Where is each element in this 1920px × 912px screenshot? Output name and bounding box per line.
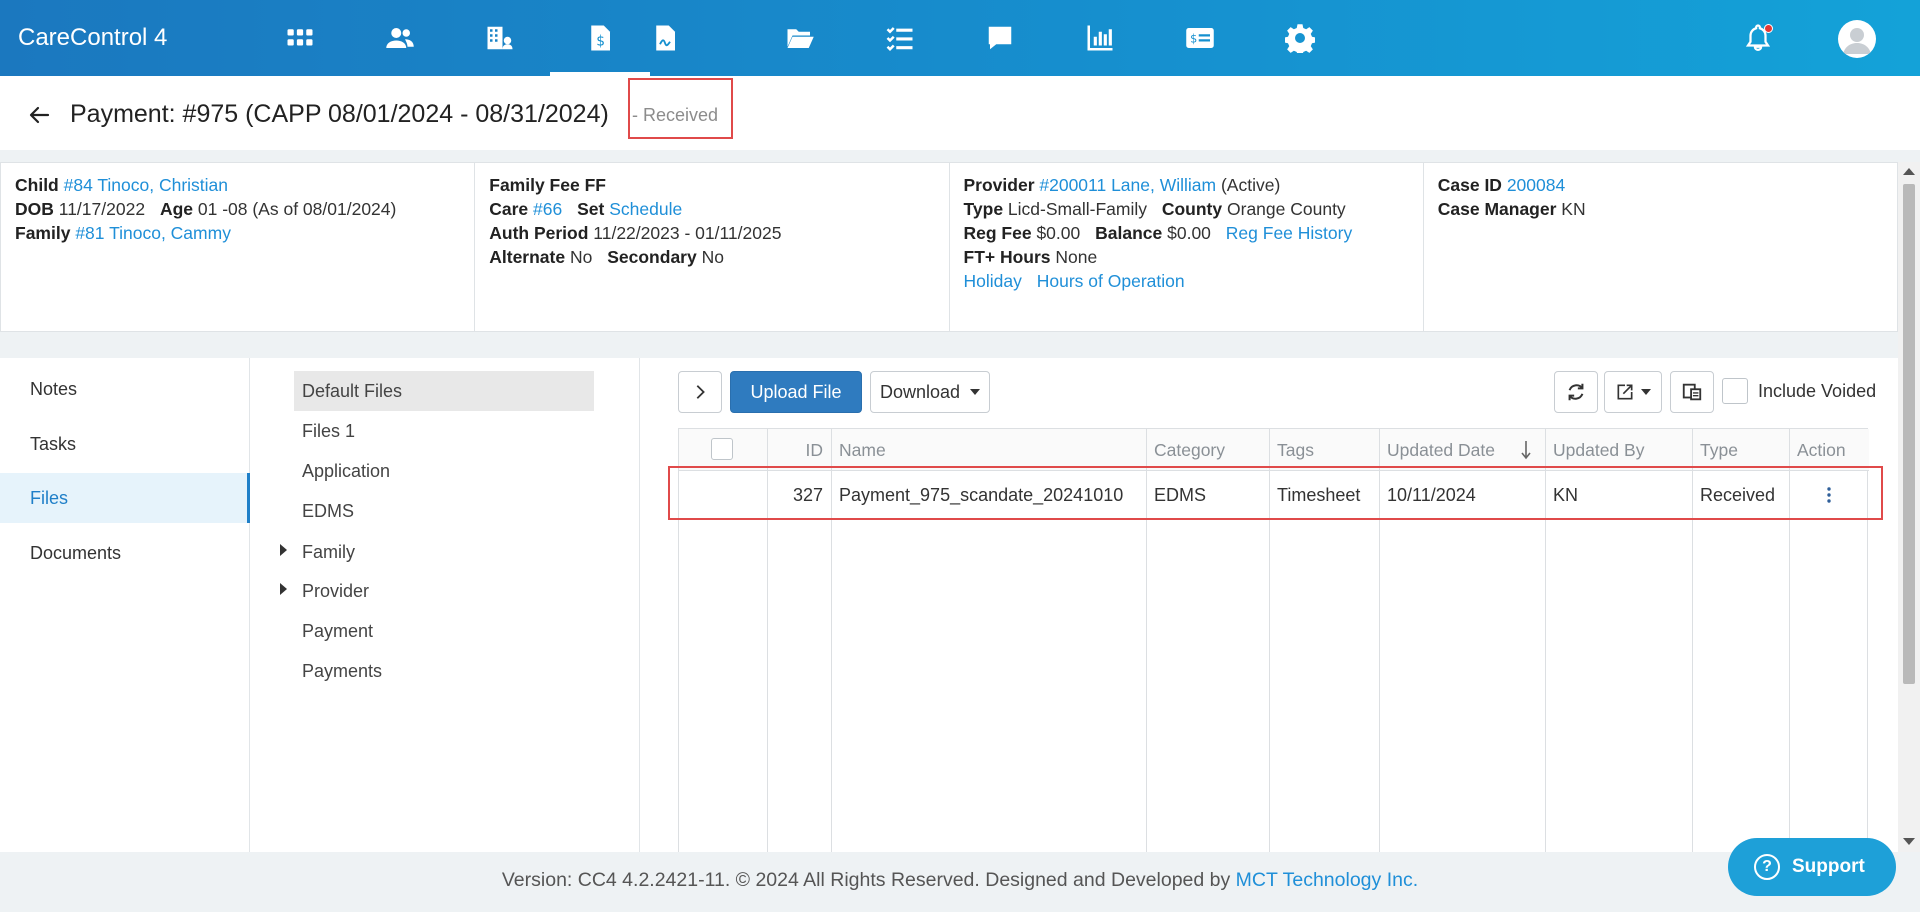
page-scrollbar[interactable] (1898, 162, 1920, 852)
support-button[interactable]: ? Support (1728, 838, 1896, 896)
scroll-thumb[interactable] (1903, 184, 1915, 684)
upload-file-button[interactable]: Upload File (730, 371, 862, 413)
row-highlight-box (668, 466, 1883, 520)
user-avatar[interactable] (1838, 20, 1876, 58)
sort-descending-icon[interactable] (1521, 439, 1531, 461)
folder-family[interactable]: Family (294, 532, 594, 572)
column-chooser-icon (1682, 383, 1702, 401)
bar-chart-icon[interactable] (1080, 18, 1120, 58)
caret-down-icon (970, 389, 981, 395)
column-header-category[interactable]: Category (1146, 429, 1225, 471)
payment-info-panel: Child #84 Tinoco, Christian DOB 11/17/20… (0, 162, 1898, 332)
provider-link[interactable]: #200011 Lane, William (1039, 175, 1216, 195)
scroll-down-arrow-icon[interactable] (1903, 838, 1915, 845)
schedule-link[interactable]: Schedule (609, 199, 682, 219)
checklist-icon[interactable] (880, 18, 920, 58)
include-voided-checkbox[interactable] (1722, 378, 1748, 404)
column-chooser-button[interactable] (1670, 371, 1714, 413)
child-info: Child #84 Tinoco, Christian DOB 11/17/20… (1, 163, 476, 331)
gear-icon[interactable] (1280, 18, 1320, 58)
refresh-icon (1568, 383, 1584, 401)
hours-of-operation-link[interactable]: Hours of Operation (1037, 271, 1185, 291)
column-header-name[interactable]: Name (831, 429, 886, 471)
notification-bell-icon[interactable] (1738, 18, 1778, 58)
people-icon[interactable] (380, 18, 420, 58)
column-header-updated-date[interactable]: Updated Date (1379, 429, 1495, 471)
expand-family-icon[interactable] (280, 544, 287, 556)
page-title: Payment: #975 (CAPP 08/01/2024 - 08/31/2… (70, 100, 609, 128)
column-header-id[interactable]: ID (767, 429, 831, 471)
section-nav: Notes Tasks Files Documents (0, 358, 250, 852)
notification-badge (1764, 24, 1773, 33)
page-header: Payment: #975 (CAPP 08/01/2024 - 08/31/2… (0, 76, 1920, 150)
expand-panel-button[interactable] (678, 371, 722, 413)
folder-edms[interactable]: EDMS (294, 491, 594, 531)
folder-payments[interactable]: Payments (294, 651, 594, 691)
family-link[interactable]: #81 Tinoco, Cammy (75, 223, 231, 243)
download-dropdown[interactable]: Download (870, 371, 990, 413)
folder-default-files[interactable]: Default Files (294, 371, 594, 411)
svg-text:$: $ (596, 34, 605, 50)
expand-provider-icon[interactable] (280, 583, 287, 595)
case-info: Case ID 200084 Case Manager KN (1437, 175, 1586, 219)
question-icon: ? (1754, 854, 1780, 880)
scroll-up-arrow-icon[interactable] (1903, 168, 1915, 175)
select-all-checkbox[interactable] (711, 438, 733, 460)
apps-grid-icon[interactable] (280, 18, 320, 58)
reg-fee-history-link[interactable]: Reg Fee History (1226, 223, 1352, 243)
top-navbar: CareControl 4 $ $ (0, 0, 1920, 76)
case-id-link[interactable]: 200084 (1507, 175, 1565, 195)
folder-files-1[interactable]: Files 1 (294, 411, 594, 451)
company-link[interactable]: MCT Technology Inc. (1236, 869, 1418, 891)
folder-tree: Default Files Files 1 Application EDMS F… (250, 358, 640, 852)
document-signature-icon[interactable] (645, 18, 685, 58)
column-header-updated-by[interactable]: Updated By (1545, 429, 1644, 471)
refresh-button[interactable] (1554, 371, 1598, 413)
provider-info: Provider #200011 Lane, William (Active) … (950, 163, 1424, 331)
invoice-dollar-icon[interactable]: $ (580, 18, 620, 58)
child-link[interactable]: #84 Tinoco, Christian (64, 175, 228, 195)
folder-provider[interactable]: Provider (294, 571, 594, 611)
nav-documents[interactable]: Documents (0, 528, 250, 578)
folder-application[interactable]: Application (294, 451, 594, 491)
svg-text:$: $ (1190, 32, 1197, 45)
nav-tasks[interactable]: Tasks (0, 419, 250, 469)
folder-payment[interactable]: Payment (294, 611, 594, 651)
chevron-right-icon (696, 385, 705, 399)
care-link[interactable]: #66 (533, 199, 562, 219)
id-card-icon[interactable]: $ (1180, 18, 1220, 58)
app-title[interactable]: CareControl 4 (18, 24, 167, 52)
column-header-type[interactable]: Type (1692, 429, 1738, 471)
column-header-action: Action (1797, 440, 1846, 460)
holiday-link[interactable]: Holiday (964, 271, 1022, 291)
building-icon[interactable] (480, 18, 520, 58)
chat-icon[interactable] (980, 18, 1020, 58)
export-dropdown[interactable] (1604, 371, 1662, 413)
export-icon (1617, 384, 1633, 400)
footer: Version: CC4 4.2.2421-11. © 2024 All Rig… (0, 852, 1920, 912)
back-arrow-icon[interactable] (28, 104, 50, 126)
nav-notes[interactable]: Notes (0, 364, 250, 414)
care-info: Family Fee FF Care #66 Set Schedule Auth… (475, 163, 950, 331)
folder-open-icon[interactable] (780, 18, 820, 58)
nav-files[interactable]: Files (0, 473, 250, 523)
status-highlight-box (628, 78, 733, 139)
files-panel: Upload File Download Include Voided ID N… (640, 358, 1898, 853)
caret-down-icon (1641, 389, 1651, 395)
column-header-tags[interactable]: Tags (1269, 429, 1314, 471)
include-voided-toggle[interactable]: Include Voided (1722, 378, 1876, 404)
